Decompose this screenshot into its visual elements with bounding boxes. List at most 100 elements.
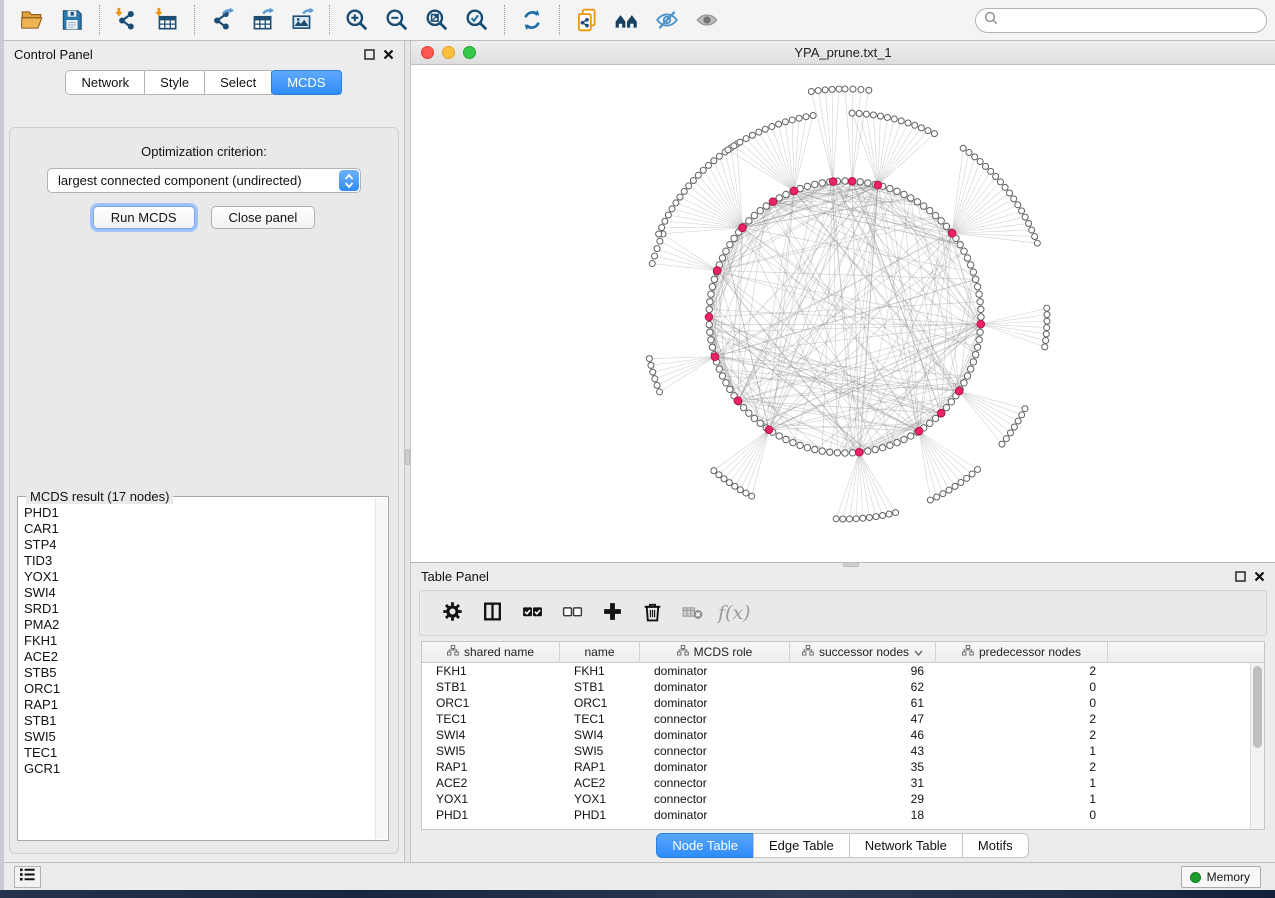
- hub-node[interactable]: [705, 313, 713, 321]
- mcds-result-item[interactable]: STB1: [24, 713, 374, 729]
- hide-selected-button[interactable]: [647, 2, 687, 38]
- mcds-result-item[interactable]: YOX1: [24, 569, 374, 585]
- tab-edge-table[interactable]: Edge Table: [753, 833, 850, 858]
- hub-node[interactable]: [955, 387, 963, 395]
- window-close-light[interactable]: [421, 46, 434, 59]
- mcds-result-item[interactable]: PHD1: [24, 505, 374, 521]
- tab-motifs[interactable]: Motifs: [962, 833, 1029, 858]
- tab-select[interactable]: Select: [204, 70, 272, 95]
- zoom-selected-button[interactable]: [457, 2, 497, 38]
- mcds-result-item[interactable]: STP4: [24, 537, 374, 553]
- mcds-result-item[interactable]: PMA2: [24, 617, 374, 633]
- table-vertical-scrollbar[interactable]: [1250, 663, 1264, 829]
- mcds-result-item[interactable]: ORC1: [24, 681, 374, 697]
- table-row[interactable]: SWI4SWI4dominator462: [422, 727, 1264, 743]
- add-column-button[interactable]: [594, 595, 630, 631]
- close-table-panel-icon[interactable]: [1254, 569, 1265, 587]
- mcds-result-item[interactable]: FKH1: [24, 633, 374, 649]
- zoom-fit-button[interactable]: [417, 2, 457, 38]
- mcds-result-item[interactable]: STB5: [24, 665, 374, 681]
- open-file-button[interactable]: [12, 2, 52, 38]
- close-panel-button[interactable]: Close panel: [211, 206, 316, 229]
- memory-button[interactable]: Memory: [1181, 866, 1261, 888]
- vertical-splitter[interactable]: [404, 41, 411, 862]
- column-visibility-button[interactable]: [474, 595, 510, 631]
- hub-node[interactable]: [711, 353, 719, 361]
- float-table-panel-icon[interactable]: [1235, 569, 1246, 587]
- delete-column-button[interactable]: [634, 595, 670, 631]
- search-input[interactable]: [1003, 14, 1258, 28]
- new-network-from-selection-button[interactable]: [567, 2, 607, 38]
- show-all-button[interactable]: [687, 2, 727, 38]
- table-row[interactable]: TEC1TEC1connector472: [422, 711, 1264, 727]
- network-canvas[interactable]: [411, 65, 1275, 562]
- table-row[interactable]: YOX1YOX1connector291: [422, 791, 1264, 807]
- column-header-name[interactable]: name: [560, 642, 640, 662]
- zoom-out-button[interactable]: [377, 2, 417, 38]
- import-network-button[interactable]: [107, 2, 147, 38]
- column-header-predecessor-nodes[interactable]: predecessor nodes: [936, 642, 1108, 662]
- mcds-result-item[interactable]: TEC1: [24, 745, 374, 761]
- mcds-result-item[interactable]: SRD1: [24, 601, 374, 617]
- table-row[interactable]: ACE2ACE2connector311: [422, 775, 1264, 791]
- tab-style[interactable]: Style: [144, 70, 205, 95]
- hub-node[interactable]: [977, 320, 985, 328]
- table-row[interactable]: RAP1RAP1dominator352: [422, 759, 1264, 775]
- hub-node[interactable]: [765, 426, 773, 434]
- mcds-result-item[interactable]: SWI4: [24, 585, 374, 601]
- column-header-shared-name[interactable]: shared name: [422, 642, 560, 662]
- mcds-result-item[interactable]: TID3: [24, 553, 374, 569]
- export-network-button[interactable]: [202, 2, 242, 38]
- first-neighbors-button[interactable]: [607, 2, 647, 38]
- deselect-all-button[interactable]: [554, 595, 590, 631]
- hub-node[interactable]: [855, 448, 863, 456]
- table-settings-button[interactable]: [434, 595, 470, 631]
- close-panel-icon[interactable]: [383, 47, 394, 65]
- criterion-dropdown[interactable]: largest connected component (undirected): [47, 168, 361, 193]
- mcds-result-item[interactable]: SWI5: [24, 729, 374, 745]
- export-image-button[interactable]: [282, 2, 322, 38]
- select-all-button[interactable]: [514, 595, 550, 631]
- window-zoom-light[interactable]: [463, 46, 476, 59]
- mcds-result-item[interactable]: CAR1: [24, 521, 374, 537]
- status-menu-button[interactable]: [14, 866, 41, 888]
- run-mcds-button[interactable]: Run MCDS: [93, 206, 195, 229]
- table-row[interactable]: PHD1PHD1dominator180: [422, 807, 1264, 823]
- import-table-button[interactable]: [147, 2, 187, 38]
- scrollbar-thumb[interactable]: [1253, 666, 1262, 748]
- search-box[interactable]: [975, 8, 1267, 33]
- mcds-result-item[interactable]: GCR1: [24, 761, 374, 777]
- export-table-button[interactable]: [242, 2, 282, 38]
- hub-node[interactable]: [829, 178, 837, 186]
- mcds-result-item[interactable]: RAP1: [24, 697, 374, 713]
- refresh-view-button[interactable]: [512, 2, 552, 38]
- hub-node[interactable]: [713, 267, 721, 275]
- hub-node[interactable]: [848, 177, 856, 185]
- mcds-result-item[interactable]: ACE2: [24, 649, 374, 665]
- tab-mcds[interactable]: MCDS: [271, 70, 341, 95]
- hub-node[interactable]: [948, 229, 956, 237]
- table-row[interactable]: FKH1FKH1dominator962: [422, 663, 1264, 679]
- hub-node[interactable]: [915, 427, 923, 435]
- hub-node[interactable]: [937, 409, 945, 417]
- column-header-mcds-role[interactable]: MCDS role: [640, 642, 790, 662]
- hub-node[interactable]: [790, 187, 798, 195]
- tab-node-table[interactable]: Node Table: [656, 833, 754, 858]
- hub-node[interactable]: [734, 397, 742, 405]
- result-scrollbar[interactable]: [375, 498, 387, 839]
- column-header-successor-nodes[interactable]: successor nodes: [790, 642, 936, 662]
- tab-network-table[interactable]: Network Table: [849, 833, 963, 858]
- float-panel-icon[interactable]: [364, 47, 375, 65]
- save-session-button[interactable]: [52, 2, 92, 38]
- table-row[interactable]: STB1STB1dominator620: [422, 679, 1264, 695]
- table-row[interactable]: SWI5SWI5connector431: [422, 743, 1264, 759]
- table-row[interactable]: ORC1ORC1dominator610: [422, 695, 1264, 711]
- network-ring-nodes[interactable]: [646, 86, 1050, 522]
- tab-network[interactable]: Network: [65, 70, 145, 95]
- network-graph[interactable]: [411, 65, 1275, 562]
- window-minimize-light[interactable]: [442, 46, 455, 59]
- hub-node[interactable]: [874, 181, 882, 189]
- zoom-in-button[interactable]: [337, 2, 377, 38]
- splitter-grip[interactable]: [405, 449, 410, 465]
- hub-node[interactable]: [739, 224, 747, 232]
